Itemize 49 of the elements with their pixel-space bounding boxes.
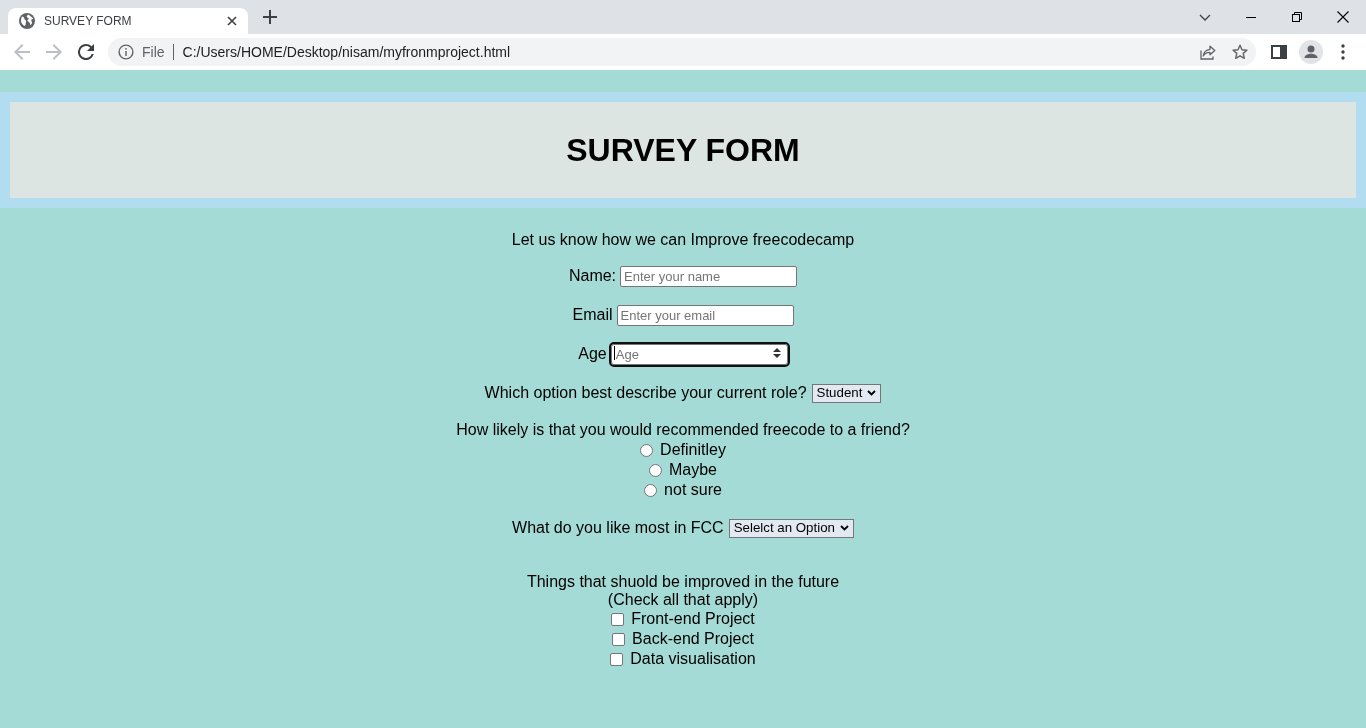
option-label: not sure	[664, 481, 722, 499]
reload-icon[interactable]	[78, 44, 94, 60]
checkbox[interactable]	[612, 632, 626, 646]
hint-text: (Check all that apply)	[607, 591, 759, 609]
field-label: Which option best describe your current role?	[484, 384, 807, 402]
option-label: Back-end Project	[632, 630, 754, 648]
radio-button[interactable]	[649, 463, 662, 477]
avatar-icon[interactable]	[1299, 40, 1323, 64]
caret-icon	[867, 390, 877, 396]
radio-button[interactable]	[644, 483, 658, 497]
option-label: Maybe	[669, 461, 717, 479]
plus-icon[interactable]	[263, 10, 277, 24]
text-field[interactable]: Enter your name	[620, 265, 798, 287]
close-icon[interactable]	[227, 16, 237, 26]
text-cursor-icon	[613, 346, 615, 360]
address-bar[interactable]: File C:/Users/HOME/Desktop/nisam/myfronmproject.html	[108, 38, 1256, 66]
dropdown[interactable]: Selelct an Option	[728, 518, 854, 538]
chevron-down-icon[interactable]	[1199, 13, 1211, 21]
intro-text: Let us know how we can Improve freecodecamp	[511, 231, 855, 249]
share-icon[interactable]	[1200, 44, 1216, 60]
info-icon[interactable]	[118, 44, 134, 60]
option-label: Definitley	[660, 441, 726, 459]
minimize-icon[interactable]	[1246, 16, 1256, 18]
star-icon[interactable]	[1232, 44, 1248, 60]
question-text: Things that shuold be improved in the future	[526, 573, 840, 591]
text-field[interactable]: Enter your email	[616, 304, 794, 326]
globe-icon	[19, 13, 35, 29]
caret-icon	[839, 525, 849, 531]
number-field[interactable]: Age	[610, 344, 788, 365]
spinner-icon[interactable]	[772, 348, 781, 358]
scheme-label: File	[142, 42, 165, 62]
checkbox[interactable]	[611, 612, 625, 626]
side-panel-icon[interactable]	[1271, 45, 1287, 59]
restore-icon[interactable]	[1292, 12, 1302, 22]
more-icon[interactable]	[1341, 44, 1345, 60]
close-icon[interactable]	[1337, 11, 1349, 23]
dropdown[interactable]: Student	[811, 383, 882, 403]
option-label: Data visualisation	[630, 650, 756, 668]
checkbox[interactable]	[610, 652, 624, 666]
field-label: What do you like most in FCC	[512, 519, 724, 537]
field-label: Age	[578, 345, 607, 363]
field-label: Email	[572, 306, 613, 324]
question-text: How likely is that you would recommended freecode to a friend?	[456, 420, 910, 440]
option-label: Front-end Project	[631, 610, 755, 628]
radio-button[interactable]	[640, 443, 654, 457]
field-label: Name:	[568, 267, 617, 285]
page-title: SURVEY FORM	[566, 134, 800, 166]
url-text[interactable]: C:/Users/HOME/Desktop/nisam/myfronmproject.html	[182, 41, 1192, 63]
browser-tab[interactable]: SURVEY FORM	[8, 8, 248, 34]
